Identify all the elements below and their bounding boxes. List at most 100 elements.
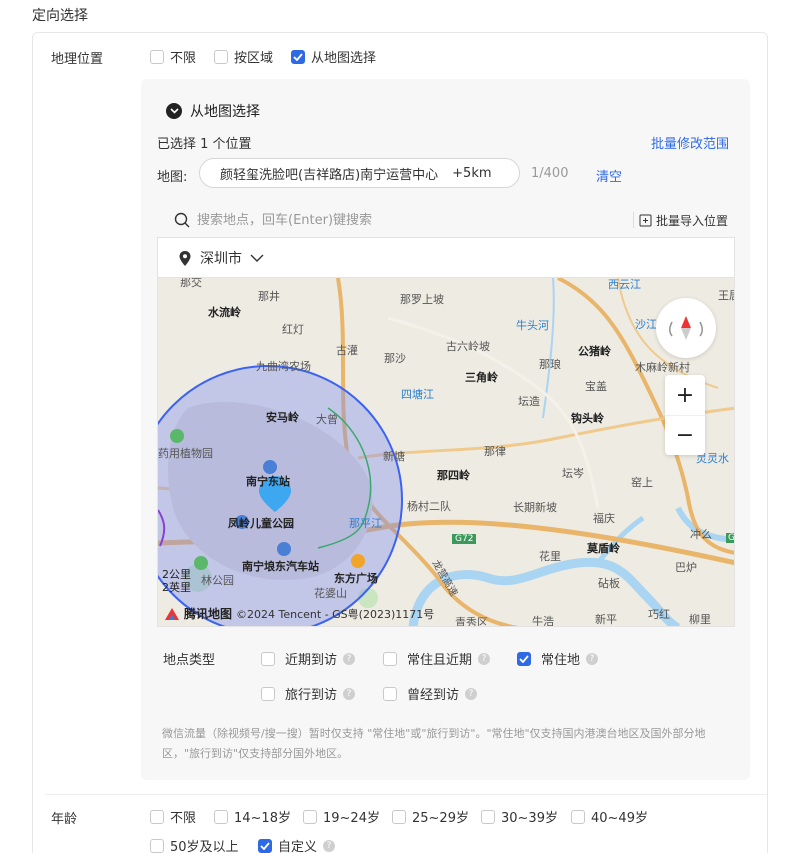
batch-import-label: 批量导入位置 <box>656 214 729 228</box>
chevron-down-icon[interactable] <box>166 103 182 119</box>
highway-shield: G7 <box>726 533 734 543</box>
age-option[interactable]: 14~18岁 <box>214 807 291 826</box>
map-label: 四塘江 <box>401 388 434 401</box>
map-view[interactable]: 那交 那井 水流岭 那罗上坡 西云江 王居 红灯 牛头河 沙江 古六岭坡 古灌 … <box>157 277 735 627</box>
map-label: 古六岭坡 <box>446 340 490 353</box>
map-label: 窑上 <box>631 476 653 489</box>
batch-edit-range-link[interactable]: 批量修改范围 <box>651 133 729 152</box>
map-label: 红灯 <box>282 323 304 336</box>
age-option[interactable]: 50岁及以上 <box>150 836 239 853</box>
map-label: 那琅 <box>539 358 561 371</box>
checkbox-label: 从地图选择 <box>311 51 377 66</box>
map-label: 那交 <box>180 277 202 289</box>
checkbox[interactable] <box>150 49 164 64</box>
place-type-resident-recent[interactable]: 常住且近期 ? <box>383 649 491 668</box>
map-brand: 腾讯地图 <box>184 607 233 621</box>
checkbox[interactable] <box>150 809 164 824</box>
age-label: 年龄 <box>51 812 78 827</box>
batch-import-button[interactable]: 批量导入位置 <box>639 212 728 229</box>
checkbox-label: 19~24岁 <box>323 811 380 826</box>
map-label: 那沙 <box>384 352 406 365</box>
scale-km: 2公里 <box>162 568 191 581</box>
map-label: 坛造 <box>518 395 540 408</box>
checkbox-checked[interactable] <box>517 651 531 666</box>
age-option-custom[interactable]: 自定义 ? <box>258 836 336 853</box>
highway-shield: G72 <box>452 534 477 544</box>
checkbox-label: 按区域 <box>234 51 274 66</box>
help-icon[interactable]: ? <box>323 839 336 852</box>
age-option[interactable]: 30~39岁 <box>481 807 558 826</box>
checkbox[interactable] <box>214 809 228 824</box>
map-label: 安马岭 <box>266 411 299 424</box>
map-label: 凤岭儿童公园 <box>228 517 294 530</box>
map-label: 柳里 <box>689 613 711 626</box>
help-icon[interactable]: ? <box>343 652 356 665</box>
city-name: 深圳市 <box>200 251 242 267</box>
map-label: 古灌 <box>336 344 358 357</box>
map-label: 那平江 <box>349 517 382 530</box>
geo-option-region[interactable]: 按区域 <box>214 47 273 66</box>
search-icon <box>174 212 190 232</box>
map-label: 巴炉 <box>675 561 697 574</box>
map-label: 杨村二队 <box>407 500 451 513</box>
checkbox[interactable] <box>383 651 397 666</box>
checkbox[interactable] <box>392 809 406 824</box>
checkbox-label: 不限 <box>170 51 197 66</box>
map-label: 新平 <box>595 613 617 626</box>
wechat-traffic-note: 微信流量（除视频号/搜一搜）暂时仅支持 "常住地"或"旅行到访"。"常住地"仅支… <box>162 727 706 760</box>
zoom-out-button[interactable]: − <box>665 415 705 455</box>
map-panel-header[interactable]: 从地图选择 <box>166 101 260 121</box>
map-search-bar: 批量导入位置 <box>157 204 735 236</box>
place-type-resident[interactable]: 常住地 ? <box>517 649 599 668</box>
compass-button[interactable] <box>656 298 716 358</box>
selected-place-chip[interactable]: 颜轻玺洗脸吧(吉祥路店)南宁运营中心 +5km <box>199 158 520 188</box>
map-label: 坛岑 <box>562 467 584 480</box>
map-label: 木麻岭新村 <box>635 361 690 374</box>
zoom-control: + − <box>665 375 705 455</box>
map-label: 药用植物园 <box>158 447 213 460</box>
map-label: 九曲湾农场 <box>256 360 311 373</box>
checkbox[interactable] <box>481 809 495 824</box>
help-icon[interactable]: ? <box>343 687 356 700</box>
checkbox-label: 30~39岁 <box>501 811 558 826</box>
checkbox[interactable] <box>261 651 275 666</box>
map-label: 宝盖 <box>585 380 607 393</box>
chevron-down-icon <box>250 254 264 262</box>
checkbox[interactable] <box>214 49 228 64</box>
place-type-past[interactable]: 曾经到访 ? <box>383 684 478 703</box>
checkbox[interactable] <box>303 809 317 824</box>
checkbox[interactable] <box>571 809 585 824</box>
city-selector[interactable]: 深圳市 <box>157 237 735 278</box>
divider <box>45 794 767 795</box>
checkbox-checked[interactable] <box>258 838 272 853</box>
map-search-input[interactable] <box>197 208 617 232</box>
place-type-travel[interactable]: 旅行到访 ? <box>261 684 356 703</box>
age-option[interactable]: 25~29岁 <box>392 807 469 826</box>
map-label: 花里 <box>539 550 561 563</box>
age-option[interactable]: 19~24岁 <box>303 807 380 826</box>
help-icon[interactable]: ? <box>586 652 599 665</box>
checkbox-checked[interactable] <box>291 49 305 64</box>
map-label: 牛头河 <box>516 319 549 332</box>
checkbox-label: 25~29岁 <box>412 811 469 826</box>
age-option[interactable]: 40~49岁 <box>571 807 648 826</box>
map-label: 长期新坡 <box>513 501 557 514</box>
checkbox-label: 14~18岁 <box>234 811 291 826</box>
age-option[interactable]: 不限 <box>150 807 196 826</box>
map-label: 三角岭 <box>465 371 498 384</box>
help-icon[interactable]: ? <box>465 687 478 700</box>
geo-option-map[interactable]: 从地图选择 <box>291 47 376 66</box>
map-label: 那四岭 <box>437 469 470 482</box>
geo-option-unlimited[interactable]: 不限 <box>150 47 196 66</box>
checkbox-label: 近期到访 <box>285 653 338 668</box>
map-field-label: 地图: <box>157 170 188 185</box>
clear-button[interactable]: 清空 <box>596 166 622 185</box>
checkbox[interactable] <box>150 838 164 853</box>
checkbox-label: 曾经到访 <box>407 688 460 703</box>
checkbox[interactable] <box>383 686 397 701</box>
help-icon[interactable]: ? <box>478 652 491 665</box>
checkbox[interactable] <box>261 686 275 701</box>
zoom-in-button[interactable]: + <box>665 375 705 415</box>
geo-label: 地理位置 <box>51 52 104 67</box>
place-type-recent[interactable]: 近期到访 ? <box>261 649 356 668</box>
